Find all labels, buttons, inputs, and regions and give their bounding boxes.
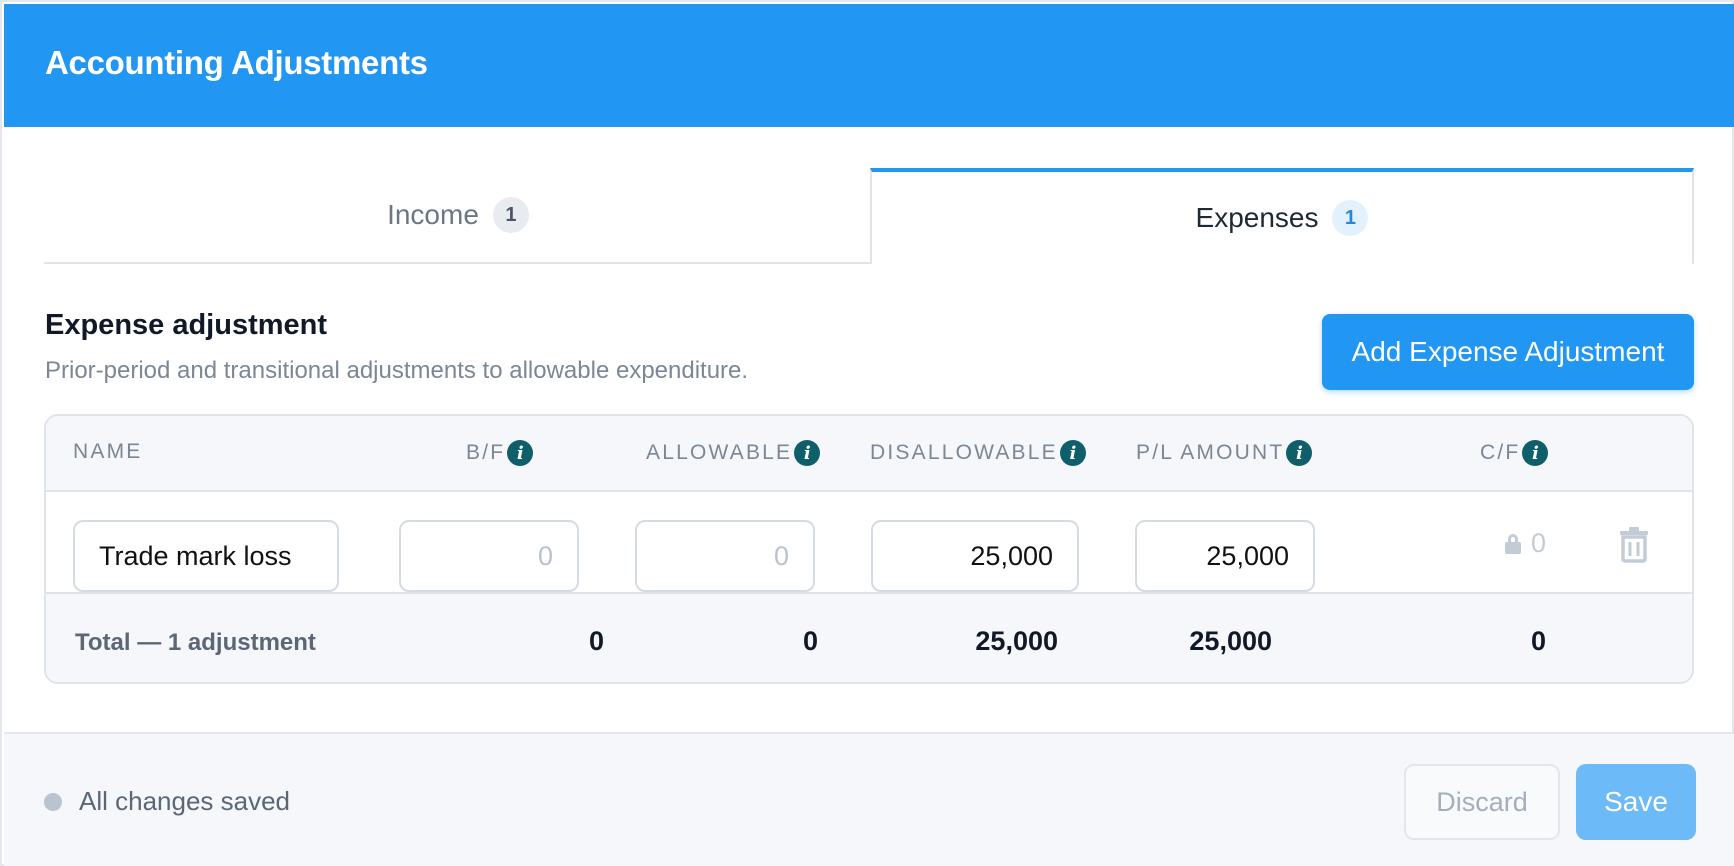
total-bf: 0: [588, 626, 604, 656]
total-disallowable: 25,000: [975, 626, 1058, 656]
info-icon[interactable]: i: [507, 440, 534, 466]
add-expense-adjustment-button[interactable]: Add Expense Adjustment: [1322, 314, 1694, 390]
page-title: Accounting Adjustments: [45, 44, 428, 81]
column-header-allowable-label: ALLOWABLE: [646, 441, 793, 464]
column-header-name: NAME: [73, 440, 142, 464]
column-header-allowable: ALLOWABLE i: [646, 440, 821, 466]
cf-value-cell: 0: [1504, 528, 1546, 559]
table-row: 0: [46, 492, 1692, 594]
column-header-pl-amount: P/L AMOUNT i: [1136, 440, 1313, 466]
column-header-disallowable-label: DISALLOWABLE: [870, 441, 1058, 464]
column-header-cf-label: C/F: [1480, 441, 1521, 464]
tab-expenses[interactable]: Expenses 1: [870, 168, 1694, 264]
bf-input[interactable]: [399, 520, 579, 592]
cf-value: 0: [1530, 528, 1546, 558]
disallowable-input[interactable]: [871, 520, 1079, 592]
adjustment-name-input[interactable]: [73, 520, 339, 592]
section-subtitle: Prior-period and transitional adjustment…: [45, 357, 749, 384]
allowable-input[interactable]: [635, 520, 815, 592]
footer-bar: All changes saved Discard Save: [4, 732, 1734, 866]
column-header-pl-amount-label: P/L AMOUNT: [1136, 441, 1285, 464]
info-icon[interactable]: i: [1522, 440, 1549, 466]
discard-button[interactable]: Discard: [1404, 764, 1560, 840]
info-icon[interactable]: i: [1059, 440, 1086, 466]
status-dot-icon: [44, 793, 62, 811]
tab-income-label: Income: [387, 199, 479, 230]
total-cf: 0: [1530, 626, 1546, 656]
total-allowable: 0: [802, 626, 818, 656]
table-header: NAME B/F i ALLOWABLE i DISALLOWABLE i P/…: [46, 416, 1692, 492]
column-header-cf: C/F i: [1480, 440, 1549, 466]
pl-amount-input[interactable]: [1135, 520, 1315, 592]
tab-income[interactable]: Income 1: [44, 168, 872, 264]
column-header-bf-label: B/F: [466, 441, 506, 464]
app-window: Accounting Adjustments Income 1 Expenses…: [0, 0, 1734, 866]
section-title: Expense adjustment: [45, 309, 328, 341]
adjustments-table: NAME B/F i ALLOWABLE i DISALLOWABLE i P/…: [44, 414, 1694, 684]
info-icon[interactable]: i: [1286, 440, 1313, 466]
info-icon[interactable]: i: [794, 440, 821, 466]
save-button[interactable]: Save: [1576, 764, 1696, 840]
lock-icon: [1504, 533, 1521, 554]
tab-expenses-label: Expenses: [1195, 202, 1319, 233]
tab-income-count-badge: 1: [492, 197, 529, 233]
column-header-disallowable: DISALLOWABLE i: [870, 440, 1086, 466]
page-header: Accounting Adjustments: [4, 4, 1734, 127]
total-pl-amount: 25,000: [1189, 626, 1272, 656]
column-header-name-label: NAME: [73, 440, 143, 463]
save-status-text: All changes saved: [79, 786, 291, 816]
trash-icon[interactable]: [1614, 524, 1654, 564]
column-header-bf: B/F i: [466, 440, 534, 466]
table-totals-row: Total — 1 adjustment 0 0 25,000 25,000 0: [46, 594, 1692, 682]
tab-expenses-count-badge: 1: [1332, 200, 1369, 236]
totals-label: Total — 1 adjustment: [75, 629, 316, 656]
